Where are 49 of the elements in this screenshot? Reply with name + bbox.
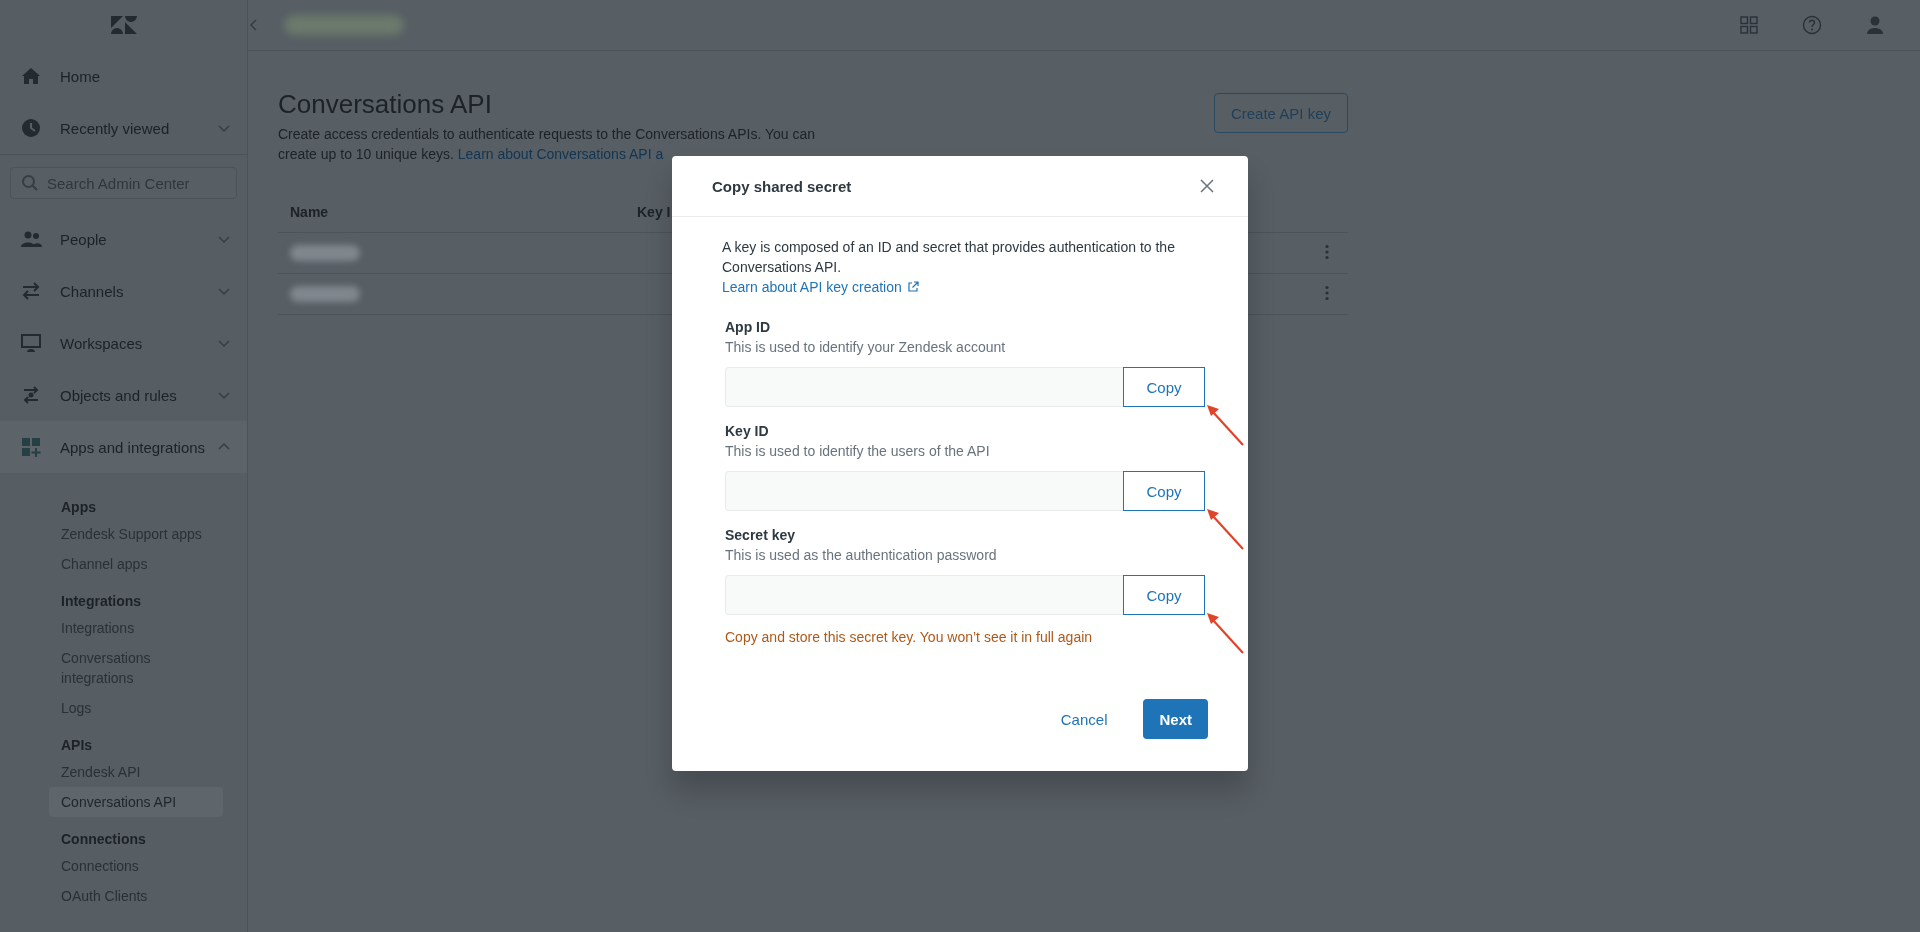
copy-button[interactable]: Copy <box>1123 367 1205 407</box>
learn-more-link[interactable]: Learn about Conversations API a <box>457 146 664 162</box>
home-icon <box>20 65 42 87</box>
apps-icon <box>20 436 42 458</box>
copy-button[interactable]: Copy <box>1123 471 1205 511</box>
input-field[interactable] <box>725 367 1123 407</box>
intro-text: A key is composed of an ID and secret that provides authentication to the Conversations API. <box>722 238 1176 277</box>
logo-icon <box>108 14 139 36</box>
column-header: Key I <box>636 204 672 220</box>
dialog-title: Copy shared secret <box>712 177 852 195</box>
copy-button[interactable]: Copy <box>1123 575 1205 615</box>
field-label: Secret key <box>725 526 797 545</box>
section-heading: Integrations <box>60 592 143 611</box>
more-icon <box>1324 243 1330 260</box>
nav-item[interactable]: Objects and rules <box>0 369 247 421</box>
section-heading: APIs <box>60 736 94 755</box>
warning-text: Copy and store this secret key. You won’t see it in full again <box>724 628 1094 647</box>
external-link-icon <box>906 281 919 293</box>
field-hint: This is used as the authentication password <box>725 546 998 565</box>
grid-icon <box>1740 16 1758 34</box>
nav-item[interactable]: Home <box>0 50 247 102</box>
nav-item[interactable]: People <box>0 213 247 265</box>
column-header: Name <box>289 204 330 220</box>
nav-link[interactable]: Conversations API <box>49 787 223 817</box>
field-hint: This is used to identify your Zendesk account <box>725 338 1007 357</box>
nav-item[interactable]: Apps and integrations <box>0 421 247 473</box>
input-field[interactable] <box>725 471 1123 511</box>
page-description: Create access credentials to authenticate requests to the Conversations APIs. You can create up to 10 unique keys. Learn about Conversations API a <box>278 125 816 164</box>
more-icon <box>1324 284 1330 301</box>
monitor-icon <box>20 332 42 354</box>
input-field[interactable] <box>725 575 1123 615</box>
help-icon <box>1802 15 1822 35</box>
nav-item[interactable]: Workspaces <box>0 317 247 369</box>
clock-icon <box>20 117 42 139</box>
page-title: Conversations API <box>278 89 493 120</box>
chevron-left-icon <box>248 18 258 32</box>
field-hint: This is used to identify the users of the API <box>725 442 991 461</box>
section-heading: Apps <box>60 498 97 517</box>
next-button[interactable]: Next <box>1143 699 1208 739</box>
user-icon <box>1866 15 1884 35</box>
nav-item[interactable]: Channels <box>0 265 247 317</box>
cancel-button[interactable]: Cancel <box>1054 699 1114 739</box>
arrows-icon <box>20 280 42 302</box>
field-label: Key ID <box>725 422 770 441</box>
close-icon <box>1200 179 1214 193</box>
field-label: App ID <box>725 318 772 337</box>
api-key-creation-link[interactable]: Learn about API key creation <box>722 277 919 297</box>
section-heading: Connections <box>60 830 147 849</box>
nav-item[interactable]: Recently viewed <box>0 102 247 154</box>
